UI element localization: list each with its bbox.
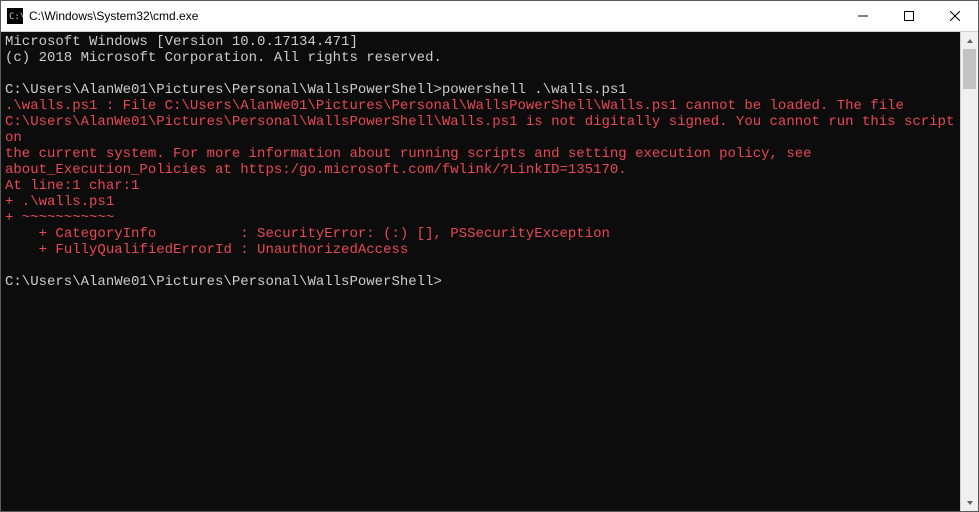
error-line-7: + ~~~~~~~~~~~: [5, 210, 114, 226]
close-button[interactable]: [932, 1, 978, 31]
cmd-icon: C:\: [7, 8, 23, 24]
minimize-button[interactable]: [840, 1, 886, 31]
error-line-2: C:\Users\AlanWe01\Pictures\Personal\Wall…: [5, 114, 960, 146]
svg-text:C:\: C:\: [9, 12, 23, 22]
error-line-5: At line:1 char:1: [5, 178, 139, 194]
prompt-2-path: C:\Users\AlanWe01\Pictures\Personal\Wall…: [5, 274, 442, 290]
error-line-3: the current system. For more information…: [5, 146, 812, 162]
error-line-8: + CategoryInfo : SecurityError: (:) [], …: [5, 226, 610, 242]
scroll-thumb[interactable]: [963, 49, 976, 89]
prompt-1-command: powershell .\walls.ps1: [442, 82, 627, 98]
banner-line-1: Microsoft Windows [Version 10.0.17134.47…: [5, 34, 358, 50]
titlebar[interactable]: C:\ C:\Windows\System32\cmd.exe: [1, 1, 978, 32]
maximize-button[interactable]: [886, 1, 932, 31]
error-line-9: + FullyQualifiedErrorId : UnauthorizedAc…: [5, 242, 408, 258]
scroll-down-button[interactable]: [961, 494, 978, 511]
window-title: C:\Windows\System32\cmd.exe: [29, 9, 198, 23]
error-line-1: .\walls.ps1 : File C:\Users\AlanWe01\Pic…: [5, 98, 904, 114]
banner-line-2: (c) 2018 Microsoft Corporation. All righ…: [5, 50, 442, 66]
scroll-up-button[interactable]: [961, 32, 978, 49]
terminal-output[interactable]: Microsoft Windows [Version 10.0.17134.47…: [1, 32, 960, 511]
blank-line: [5, 66, 956, 82]
error-line-4: about_Execution_Policies at https:/go.mi…: [5, 162, 627, 178]
window-body: Microsoft Windows [Version 10.0.17134.47…: [1, 32, 978, 511]
prompt-1-path: C:\Users\AlanWe01\Pictures\Personal\Wall…: [5, 82, 442, 98]
cmd-window: C:\ C:\Windows\System32\cmd.exe Microsof…: [0, 0, 979, 512]
error-line-6: + .\walls.ps1: [5, 194, 114, 210]
vertical-scrollbar[interactable]: [960, 32, 978, 511]
blank-line: [5, 258, 956, 274]
